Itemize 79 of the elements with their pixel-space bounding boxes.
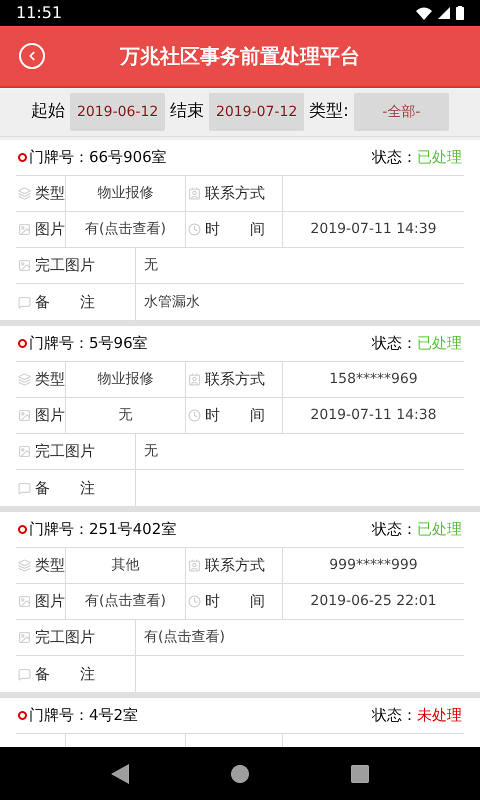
done-picture-value: 无	[144, 256, 158, 275]
clock-icon	[188, 223, 201, 236]
field-label: 图片	[35, 219, 65, 240]
status-label: 状态：	[372, 705, 417, 726]
field-label: 联系方式	[205, 369, 265, 390]
type-dropdown[interactable]: -全部-	[354, 93, 449, 131]
contact-value: 158*****969	[329, 370, 418, 389]
remark-value: 水管漏水	[144, 292, 200, 312]
door-number: 门牌号：66号906室	[29, 147, 167, 168]
field-label: 备 注	[35, 478, 95, 499]
contact-icon	[188, 373, 201, 386]
header-title: 万兆社区事务前置处理平台	[120, 43, 360, 70]
field-label: 时 间	[205, 591, 265, 612]
status-text: 已处理	[417, 147, 462, 168]
time-value: 2019-06-25 22:01	[310, 592, 437, 611]
layers-icon	[18, 187, 31, 200]
image-icon	[18, 631, 31, 644]
clock-icon	[188, 595, 201, 608]
field-label: 备 注	[35, 664, 95, 685]
end-date-field[interactable]: 2019-07-12	[209, 93, 304, 131]
recents-nav-icon[interactable]	[351, 764, 369, 782]
status-text: 已处理	[417, 333, 462, 354]
message-icon	[18, 482, 31, 494]
back-nav-icon[interactable]	[111, 764, 129, 784]
field-label: 联系方式	[205, 183, 265, 204]
wifi-icon	[416, 6, 432, 20]
start-label: 起始	[31, 100, 66, 124]
image-icon	[18, 445, 31, 458]
field-label: 图片	[35, 591, 65, 612]
image-icon	[18, 595, 31, 608]
field-label: 完工图片	[35, 627, 95, 648]
status-label: 状态：	[372, 519, 417, 540]
image-icon	[18, 409, 31, 422]
battery-icon	[456, 6, 464, 20]
signal-icon	[438, 7, 450, 19]
back-button[interactable]	[19, 43, 45, 69]
type-value: 物业报修	[98, 370, 154, 389]
door-number: 门牌号：251号402室	[29, 519, 176, 540]
field-label: 联系方式	[205, 555, 265, 576]
ring-icon	[18, 339, 27, 348]
field-label: 类型	[35, 183, 65, 204]
layers-icon	[18, 559, 31, 572]
door-number: 门牌号：4号2室	[29, 705, 138, 726]
image-icon	[18, 259, 31, 272]
time-value: 2019-07-11 14:38	[310, 406, 437, 425]
type-value: 其他	[112, 556, 140, 575]
done-picture-value: 无	[144, 442, 158, 461]
status-label: 状态：	[372, 333, 417, 354]
field-label: 图片	[35, 405, 65, 426]
clock-icon	[188, 409, 201, 422]
type-value: 物业报修	[98, 184, 154, 203]
field-label: 类型	[35, 555, 65, 576]
field-label: 类型	[35, 369, 65, 390]
ring-icon	[18, 153, 27, 162]
home-nav-icon[interactable]	[231, 764, 249, 782]
door-number: 门牌号：5号96室	[29, 333, 148, 354]
field-label: 备 注	[35, 292, 95, 313]
message-icon	[18, 668, 31, 680]
status-time: 11:51	[16, 2, 62, 24]
status-label: 状态：	[372, 147, 417, 168]
time-value: 2019-07-11 14:39	[310, 220, 437, 239]
message-icon	[18, 296, 31, 308]
layers-icon	[18, 373, 31, 386]
type-label: 类型:	[309, 100, 349, 124]
field-label: 时 间	[205, 405, 265, 426]
field-label: 时 间	[205, 219, 265, 240]
done-picture-value: 有(点击查看)	[144, 628, 225, 647]
end-label: 结束	[170, 100, 204, 124]
image-icon	[18, 223, 31, 236]
field-label: 完工图片	[35, 255, 95, 276]
contact-icon	[188, 187, 201, 200]
start-date-field[interactable]: 2019-06-12	[70, 93, 166, 131]
status-text: 未处理	[417, 705, 462, 726]
field-label: 完工图片	[35, 441, 95, 462]
status-text: 已处理	[417, 519, 462, 540]
contact-icon	[188, 559, 201, 572]
ring-icon	[18, 711, 27, 720]
ring-icon	[18, 525, 27, 534]
contact-value: 999*****999	[329, 556, 418, 575]
